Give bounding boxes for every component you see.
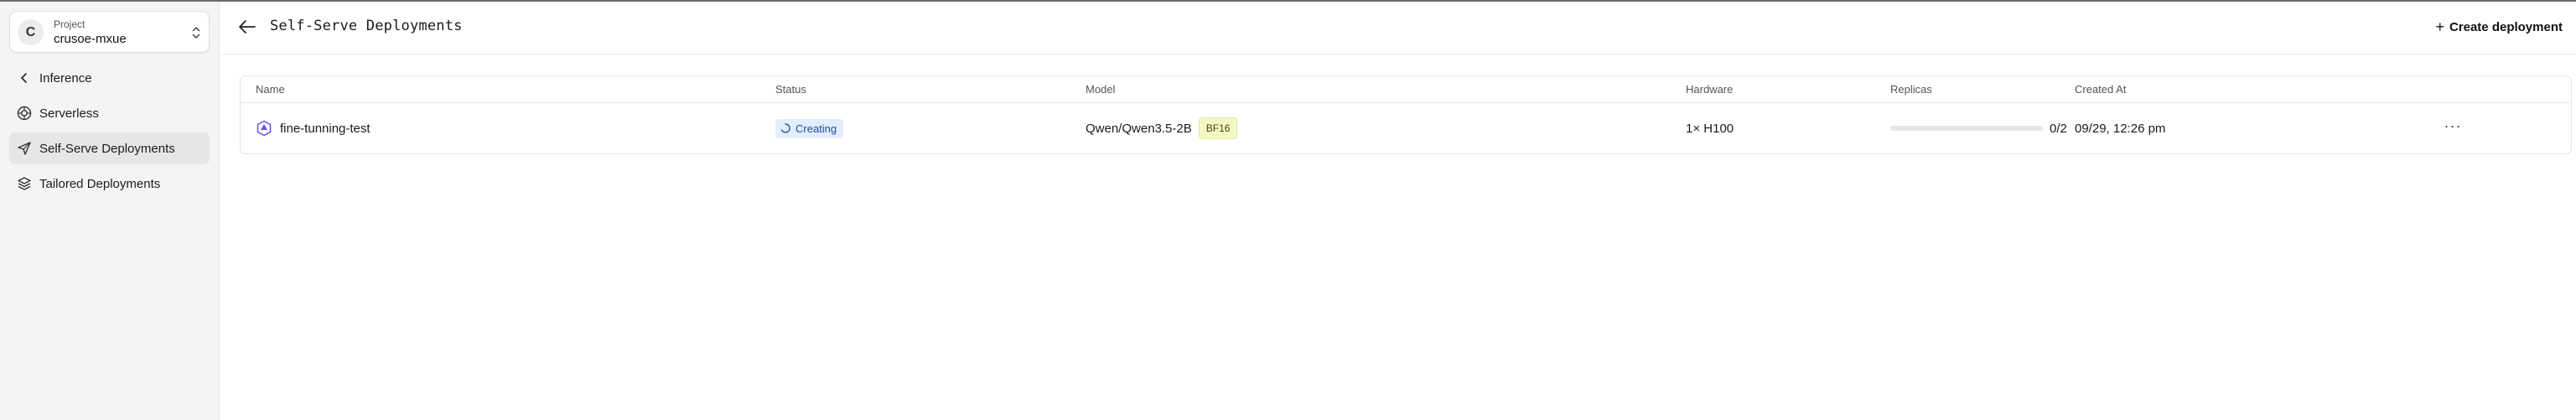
serverless-icon [17, 106, 32, 121]
column-header-created-at: Created At [2075, 83, 2127, 96]
rocket-icon [17, 141, 32, 156]
column-header-replicas: Replicas [1890, 83, 1932, 96]
sidebar-item-inference[interactable]: Inference [9, 62, 210, 94]
back-arrow-icon[interactable] [238, 18, 257, 35]
deployments-table: Name Status Model Hardware Replicas Crea… [240, 75, 2572, 154]
hardware-value: 1× H100 [1686, 121, 1734, 136]
chevron-up-down-icon [192, 27, 200, 39]
sidebar-item-self-serve-deployments[interactable]: Self-Serve Deployments [9, 132, 210, 164]
sidebar-item-label: Inference [39, 70, 92, 86]
precision-badge: BF16 [1198, 117, 1238, 139]
replicas-progress-bar [1890, 126, 2043, 131]
created-at-value: 09/29, 12:26 pm [2075, 121, 2166, 136]
column-header-model: Model [1086, 83, 1116, 96]
top-border [0, 0, 2576, 2]
project-label: Project [54, 18, 86, 30]
sidebar-item-label: Serverless [39, 106, 99, 121]
column-header-status: Status [775, 83, 806, 96]
deployment-name-cell[interactable]: fine-tunning-test [256, 103, 371, 153]
column-header-name: Name [256, 83, 285, 96]
model-logo-icon [257, 120, 272, 137]
column-header-hardware: Hardware [1686, 83, 1734, 96]
create-deployment-label: Create deployment [2449, 19, 2563, 34]
project-avatar: C [18, 19, 44, 45]
status-text: Creating [796, 122, 837, 135]
page-title: Self-Serve Deployments [270, 18, 463, 34]
hardware-cell: 1× H100 [1686, 103, 1734, 153]
table-row[interactable]: fine-tunning-test Creating Qwen/Qwen3.5-… [241, 103, 2571, 153]
created-at-cell: 09/29, 12:26 pm [2075, 103, 2165, 153]
model-name: Qwen/Qwen3.5-2B [1086, 121, 1192, 136]
sidebar-item-serverless[interactable]: Serverless [9, 97, 210, 129]
project-name: crusoe-mxue [54, 32, 127, 46]
replicas-count: 0/2 [2050, 121, 2067, 136]
chevron-left-icon [17, 70, 32, 86]
plus-icon: + [2435, 18, 2444, 35]
status-cell: Creating [775, 103, 844, 153]
sidebar-item-label: Tailored Deployments [39, 176, 161, 191]
layers-icon [17, 176, 32, 191]
deployment-name: fine-tunning-test [280, 121, 371, 136]
project-switcher[interactable]: C Project crusoe-mxue [9, 11, 210, 53]
sidebar: C Project crusoe-mxue Inference Serverle… [0, 2, 220, 420]
model-cell: Qwen/Qwen3.5-2B BF16 [1086, 103, 1238, 153]
loading-spinner-icon [780, 123, 790, 133]
sidebar-item-label: Self-Serve Deployments [39, 141, 175, 156]
table-header: Name Status Model Hardware Replicas Crea… [241, 76, 2571, 103]
status-badge: Creating [775, 118, 844, 138]
replicas-cell: 0/2 [1890, 103, 2067, 153]
sidebar-item-tailored-deployments[interactable]: Tailored Deployments [9, 168, 210, 200]
create-deployment-button[interactable]: + Create deployment [2432, 15, 2566, 39]
more-options-button[interactable]: ··· [2444, 118, 2462, 135]
